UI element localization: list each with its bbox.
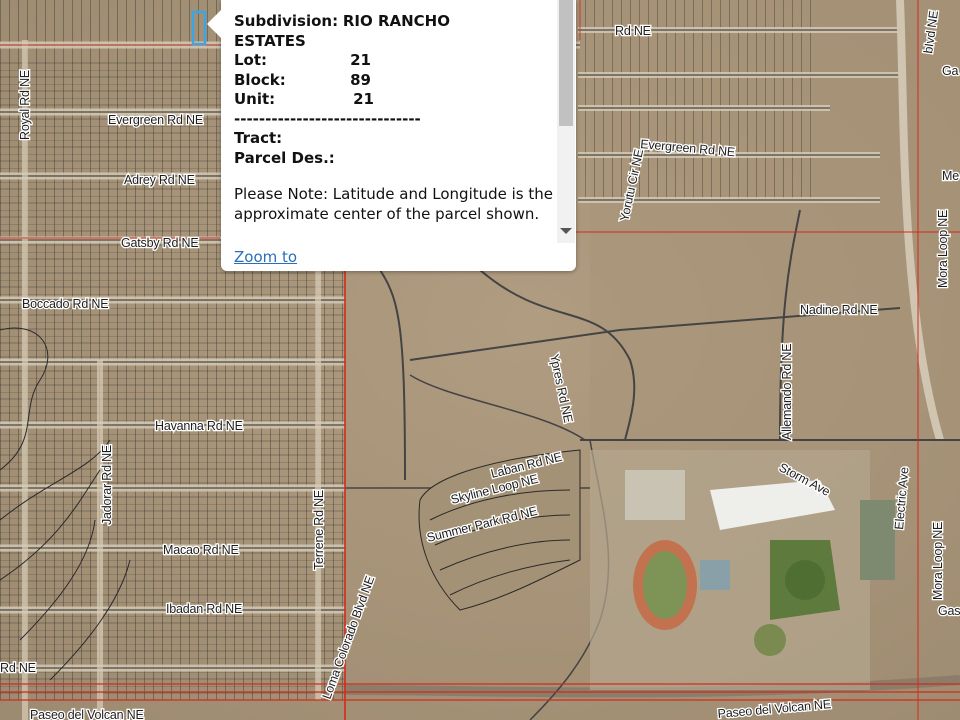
lat-long-note: Please Note: Latitude and Longitude is t… xyxy=(234,185,554,223)
road-label-mora-loop-south: Mora Loop NE xyxy=(931,522,945,600)
road-label-royal: Royal Rd NE xyxy=(18,70,32,140)
road-label-havanna: Havanna Rd NE xyxy=(155,419,243,433)
road-label-macao: Macao Rd NE xyxy=(163,543,239,557)
road-label-mora-loop-north: Mora Loop NE xyxy=(936,210,950,288)
scroll-thumb[interactable] xyxy=(559,0,573,126)
parcel-des-label: Parcel Des.: xyxy=(234,148,335,167)
zoom-to-link[interactable]: Zoom to xyxy=(234,248,297,266)
parcel-info-popup: Subdivision: RIO RANCHO ESTATES Lot: 21 B… xyxy=(207,0,576,271)
subdivision-value-cont: ESTATES xyxy=(234,31,306,50)
road-label-ibadan: Ibadan Rd NE xyxy=(166,602,242,616)
block-value: 89 xyxy=(350,70,371,89)
road-label-gas: Gas xyxy=(938,604,960,618)
lot-value: 21 xyxy=(350,51,371,69)
road-label-gatsby: Gatsby Rd NE xyxy=(121,236,199,250)
road-label-paseo-west: Paseo del Volcan NE xyxy=(30,708,144,720)
popup-content: Subdivision: RIO RANCHO ESTATES Lot: 21 B… xyxy=(234,12,554,244)
lot-label: Lot: xyxy=(234,51,268,69)
road-label-nadine: Nadine Rd NE xyxy=(800,303,878,317)
block-label: Block: xyxy=(234,70,286,89)
sports-complex xyxy=(590,450,895,690)
road-label-jadorar: Jadorar Rd NE xyxy=(100,445,114,525)
subdivision-value: RIO RANCHO xyxy=(342,12,450,30)
scroll-down-arrow-icon[interactable] xyxy=(560,228,572,234)
popup-scrollbar[interactable] xyxy=(557,0,575,243)
road-label-ga: Ga xyxy=(942,64,959,78)
road-label-allemando: Allemando Rd NE xyxy=(780,344,794,440)
unit-value: 21 xyxy=(353,90,374,108)
road-label-boccado: Boccado Rd NE xyxy=(22,297,108,311)
subdivision-label: Subdivision: xyxy=(234,12,339,30)
road-label-evergreen-west: Evergreen Rd NE xyxy=(108,113,203,127)
road-label-rd-ne-left: Rd NE xyxy=(0,661,36,675)
road-label-adrey: Adrey Rd NE xyxy=(124,173,195,187)
separator-line: ------------------------------ xyxy=(234,109,421,128)
popup-pointer-arrow xyxy=(207,10,221,38)
unit-label: Unit: xyxy=(234,90,276,108)
road-label-terrene: Terrene Rd NE xyxy=(312,490,326,570)
road-label-rd-ne-top: Rd NE xyxy=(615,24,651,38)
tract-label: Tract: xyxy=(234,129,283,147)
road-label-me: Me xyxy=(942,169,959,183)
